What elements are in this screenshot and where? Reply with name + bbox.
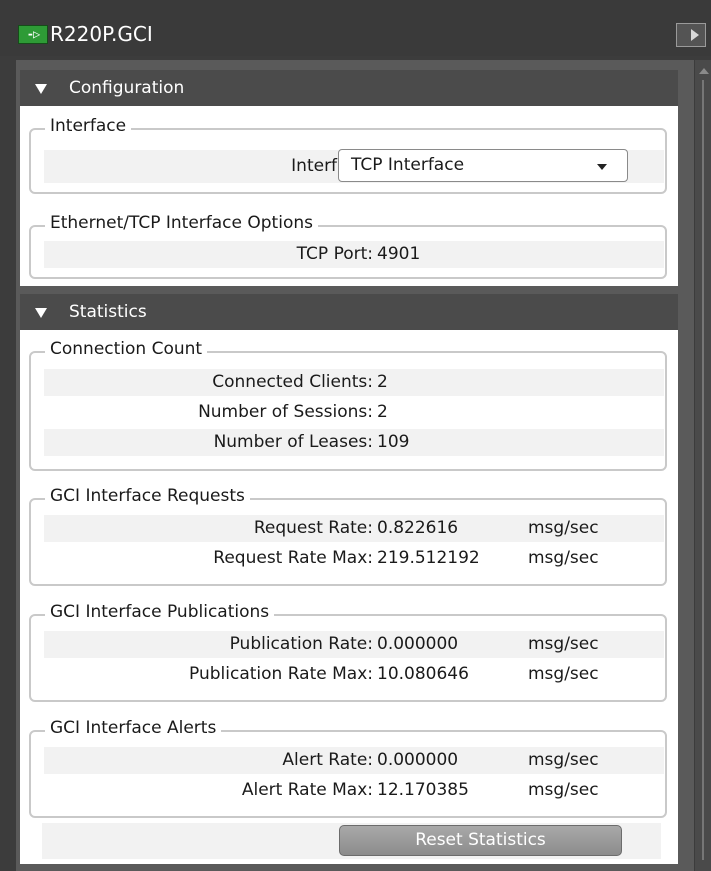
reset-statistics-button[interactable]: Reset Statistics: [339, 825, 622, 856]
ethernet-options-group: Ethernet/TCP Interface Options TCP Port:…: [29, 213, 667, 279]
connection-count-group: Connection Count Connected Clients: 2 Nu…: [29, 339, 667, 471]
configuration-section-header[interactable]: Configuration: [20, 70, 678, 106]
group-legend: Interface: [45, 116, 132, 136]
scroll-up-arrow-icon[interactable]: [699, 68, 709, 74]
stat-value: 0.000000: [377, 634, 459, 654]
stat-row: Number of Sessions: 2: [44, 399, 664, 426]
stat-value: 0.000000: [377, 750, 459, 770]
stat-row: Publication Rate: 0.000000 msg/sec: [44, 631, 664, 658]
stat-unit: msg/sec: [528, 664, 599, 684]
stat-label: Alert Rate:: [282, 750, 373, 770]
stat-value: 0.822616: [377, 518, 459, 538]
stat-label: Alert Rate Max:: [241, 780, 373, 800]
statistics-section-body: Connection Count Connected Clients: 2 Nu…: [20, 330, 678, 864]
section-title: Configuration: [69, 78, 185, 98]
stat-unit: msg/sec: [528, 548, 599, 568]
stat-row: Number of Leases: 109: [44, 429, 664, 456]
stat-value: 109: [377, 432, 410, 452]
stat-label: Request Rate:: [253, 518, 373, 538]
group-legend: GCI Interface Alerts: [45, 718, 222, 738]
stat-label: Connected Clients:: [212, 372, 373, 392]
group-legend: Connection Count: [45, 339, 208, 359]
stat-unit: msg/sec: [528, 750, 599, 770]
group-legend: GCI Interface Publications: [45, 602, 275, 622]
tcp-port-label: TCP Port:: [296, 244, 373, 264]
stat-row: Connected Clients: 2: [44, 369, 664, 396]
interface-select[interactable]: TCP Interface: [338, 149, 628, 182]
stat-row: Request Rate Max: 219.512192 msg/sec: [44, 545, 664, 572]
chevron-down-icon: [597, 164, 607, 170]
tcp-port-value: 4901: [377, 244, 421, 264]
stat-row: Publication Rate Max: 10.080646 msg/sec: [44, 661, 664, 688]
stat-value: 219.512192: [377, 548, 480, 568]
alerts-group: GCI Interface Alerts Alert Rate: 0.00000…: [29, 718, 667, 818]
stat-label: Request Rate Max:: [213, 548, 373, 568]
publications-group: GCI Interface Publications Publication R…: [29, 602, 667, 702]
title-bar: -▷ R220P.GCI: [0, 0, 711, 56]
stat-value: 2: [377, 402, 388, 422]
stat-unit: msg/sec: [528, 518, 599, 538]
stat-label: Publication Rate Max:: [189, 664, 373, 684]
stat-row: Request Rate: 0.822616 msg/sec: [44, 515, 664, 542]
requests-group: GCI Interface Requests Request Rate: 0.8…: [29, 486, 667, 586]
gci-arrow-icon: -▷: [18, 25, 48, 44]
group-legend: Ethernet/TCP Interface Options: [45, 213, 318, 233]
stat-row: Alert Rate Max: 12.170385 msg/sec: [44, 777, 664, 804]
collapse-triangle-icon: [35, 308, 47, 318]
stat-unit: msg/sec: [528, 634, 599, 654]
stat-unit: msg/sec: [528, 780, 599, 800]
tcp-port-row: TCP Port: 4901: [44, 241, 664, 268]
stat-value: 10.080646: [377, 664, 469, 684]
window-title: R220P.GCI: [50, 22, 153, 46]
statistics-section-header[interactable]: Statistics: [20, 294, 678, 330]
stat-label: Number of Sessions:: [198, 402, 373, 422]
vertical-scrollbar[interactable]: [695, 60, 711, 871]
collapse-triangle-icon: [35, 84, 47, 94]
stat-value: 12.170385: [377, 780, 469, 800]
interface-select-value: TCP Interface: [351, 155, 465, 175]
scrollbar-track[interactable]: [702, 80, 704, 860]
stat-value: 2: [377, 372, 388, 392]
stat-row: Alert Rate: 0.000000 msg/sec: [44, 747, 664, 774]
section-title: Statistics: [69, 302, 147, 322]
expand-panel-button[interactable]: [676, 23, 706, 47]
stat-label: Number of Leases:: [213, 432, 373, 452]
configuration-section-body: Interface Interface: Ethernet/TCP Interf…: [20, 106, 678, 286]
group-legend: GCI Interface Requests: [45, 486, 250, 506]
stat-label: Publication Rate:: [229, 634, 373, 654]
